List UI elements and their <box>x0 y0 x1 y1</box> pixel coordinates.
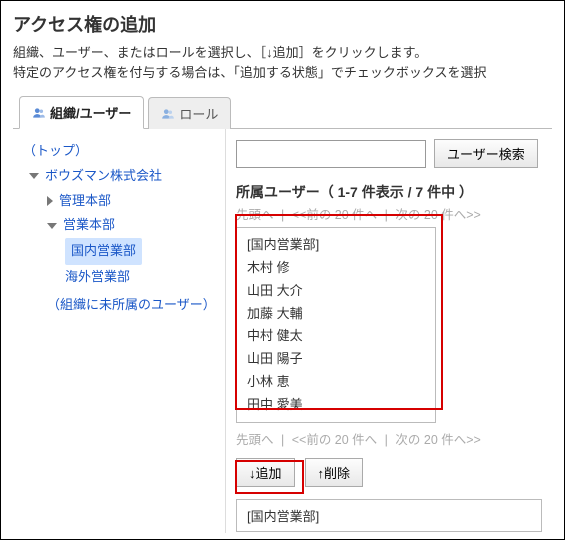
list-item[interactable]: 山田 大介 <box>247 280 425 303</box>
tree-admin-hq[interactable]: 管理本部 <box>19 189 219 214</box>
tree-company[interactable]: ボウズマン株式会社 <box>19 164 219 189</box>
action-row: ↓追加 ↑削除 <box>236 458 552 487</box>
desc-line-1: 組織、ユーザー、またはロールを選択し、［↓追加］をクリックします。 <box>13 45 427 60</box>
list-item[interactable]: 山田 陽子 <box>247 348 425 371</box>
tree-sales-hq-label: 営業本部 <box>63 213 115 238</box>
remove-button[interactable]: ↑削除 <box>305 458 364 487</box>
page-title: アクセス権の追加 <box>13 11 552 37</box>
tree-top-label: （トップ） <box>23 139 88 164</box>
pager-bottom: 先頭へ | <<前の 20 件へ | 次の 20 件へ>> <box>236 429 552 448</box>
selected-item[interactable]: [国内営業部] <box>247 506 531 525</box>
list-item[interactable]: [国内営業部] <box>247 234 425 257</box>
tree-sales-hq[interactable]: 営業本部 <box>19 213 219 238</box>
user-search-button[interactable]: ユーザー検索 <box>434 139 538 168</box>
pager-top-next[interactable]: 次の 20 件へ>> <box>395 208 480 222</box>
tab-strip: 組織/ユーザー ロール <box>13 95 552 129</box>
userlist-title: 所属ユーザー（ 1-7 件表示 / 7 件中 ） <box>236 182 552 202</box>
pager-separator: | <box>385 433 388 447</box>
list-item[interactable]: 田中 愛美 <box>247 394 425 417</box>
page-description: 組織、ユーザー、またはロールを選択し、［↓追加］をクリックします。 特定のアクセ… <box>13 43 552 83</box>
add-button[interactable]: ↓追加 <box>236 458 295 487</box>
tree-domestic-sales[interactable]: 国内営業部 <box>19 238 219 265</box>
search-input[interactable] <box>236 140 426 168</box>
list-item[interactable]: 中村 健太 <box>247 325 425 348</box>
user-listbox[interactable]: [国内営業部] 木村 修 山田 大介 加藤 大輔 中村 健太 山田 陽子 小林 … <box>236 227 436 423</box>
pager-bottom-next[interactable]: 次の 20 件へ>> <box>395 433 480 447</box>
desc-line-2: 特定のアクセス権を付与する場合は、「追加する状態」でチェックボックスを選択 <box>13 65 486 80</box>
list-item[interactable]: 加藤 大輔 <box>247 303 425 326</box>
tree-unassigned[interactable]: （組織に未所属のユーザー） <box>19 293 219 318</box>
pager-separator: | <box>281 433 284 447</box>
user-panel: ユーザー検索 所属ユーザー（ 1-7 件表示 / 7 件中 ） 先頭へ | <<… <box>225 129 552 533</box>
pager-top-first[interactable]: 先頭へ <box>236 208 274 222</box>
tab-role[interactable]: ロール <box>148 97 231 129</box>
pager-separator: | <box>281 208 284 222</box>
caret-down-icon <box>47 223 57 229</box>
people-icon <box>32 106 46 120</box>
org-tree: （トップ） ボウズマン株式会社 管理本部 営業本部 国内営業部 <box>19 139 219 318</box>
caret-right-icon <box>47 196 53 206</box>
pager-top-prev[interactable]: <<前の 20 件へ <box>292 208 377 222</box>
tab-org-user-label: 組織/ユーザー <box>50 103 131 122</box>
tree-company-label: ボウズマン株式会社 <box>45 164 162 189</box>
tree-overseas-sales-label: 海外営業部 <box>65 265 130 290</box>
pager-bottom-first[interactable]: 先頭へ <box>236 433 274 447</box>
pager-separator: | <box>385 208 388 222</box>
main-body: （トップ） ボウズマン株式会社 管理本部 営業本部 国内営業部 <box>13 129 552 533</box>
tab-org-user[interactable]: 組織/ユーザー <box>19 96 144 129</box>
tree-top[interactable]: （トップ） <box>19 139 219 164</box>
tree-overseas-sales[interactable]: 海外営業部 <box>19 265 219 290</box>
list-item[interactable]: 小林 恵 <box>247 371 425 394</box>
pager-top: 先頭へ | <<前の 20 件へ | 次の 20 件へ>> <box>236 204 552 223</box>
list-item[interactable]: 木村 修 <box>247 257 425 280</box>
org-tree-panel: （トップ） ボウズマン株式会社 管理本部 営業本部 国内営業部 <box>13 129 225 533</box>
tree-unassigned-label: （組織に未所属のユーザー） <box>47 293 216 318</box>
pager-bottom-prev[interactable]: <<前の 20 件へ <box>292 433 377 447</box>
caret-down-icon <box>29 173 39 179</box>
tree-domestic-sales-label: 国内営業部 <box>65 238 142 265</box>
app-frame: アクセス権の追加 組織、ユーザー、またはロールを選択し、［↓追加］をクリックしま… <box>0 0 565 540</box>
search-row: ユーザー検索 <box>236 139 552 168</box>
tree-admin-hq-label: 管理本部 <box>59 189 111 214</box>
selected-box[interactable]: [国内営業部] <box>236 499 542 532</box>
people-icon <box>161 107 175 121</box>
tab-role-label: ロール <box>179 104 218 123</box>
